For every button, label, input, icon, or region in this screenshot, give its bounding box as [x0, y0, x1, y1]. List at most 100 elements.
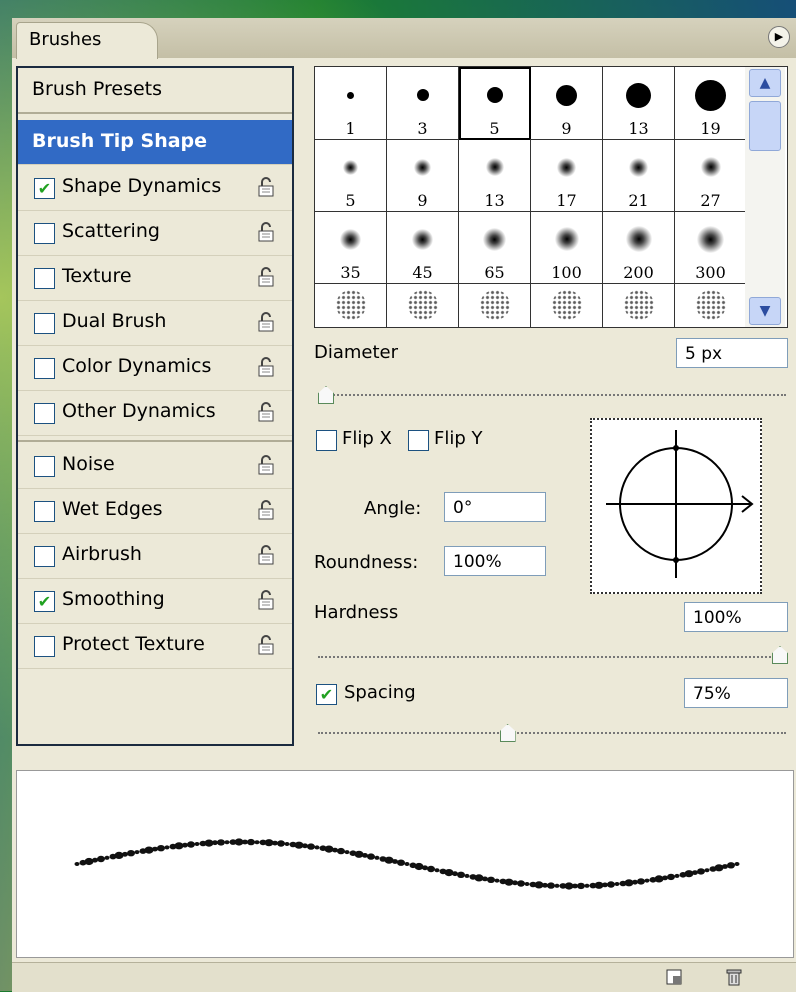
option-scattering[interactable]: Scattering — [18, 211, 292, 256]
texture-checkbox[interactable] — [34, 268, 55, 289]
brush-preset-cell[interactable]: 21 — [603, 139, 675, 212]
brush-preset-cell[interactable]: 200 — [603, 211, 675, 284]
brush-tip-icon — [343, 159, 358, 175]
brush-preset-cell[interactable]: 1 — [315, 67, 387, 140]
option-label: Dual Brush — [62, 310, 167, 332]
angle-roundness-control[interactable] — [590, 418, 762, 594]
scroll-down-icon[interactable]: ▼ — [749, 297, 781, 325]
option-airbrush[interactable]: Airbrush — [18, 534, 292, 579]
flip-x-checkbox[interactable] — [316, 430, 337, 451]
diameter-slider[interactable] — [318, 394, 786, 396]
brush-tip-shape-item[interactable]: Brush Tip Shape — [18, 120, 292, 165]
option-texture[interactable]: Texture — [18, 256, 292, 301]
brush-tip-icon — [626, 82, 651, 108]
brush-tip-icon — [623, 290, 654, 320]
brush-preset-cell[interactable] — [387, 283, 459, 328]
brush-size-label: 3 — [417, 119, 428, 138]
lock-icon[interactable] — [256, 634, 276, 656]
tab-brushes[interactable]: Brushes — [16, 22, 158, 59]
shape-dynamics-checkbox[interactable]: ✔ — [34, 178, 55, 199]
option-wet-edges[interactable]: Wet Edges — [18, 489, 292, 534]
smoothing-checkbox[interactable]: ✔ — [34, 591, 55, 612]
hardness-field[interactable]: 100% — [684, 602, 788, 632]
brush-preset-cell[interactable]: 9 — [387, 139, 459, 212]
hardness-slider-thumb[interactable] — [772, 646, 788, 664]
protect-texture-checkbox[interactable] — [34, 636, 55, 657]
brush-preset-cell[interactable]: 65 — [459, 211, 531, 284]
brush-preset-cell[interactable]: 5 — [459, 67, 531, 140]
option-shape-dynamics[interactable]: ✔ Shape Dynamics — [18, 166, 292, 211]
lock-icon[interactable] — [256, 401, 276, 423]
option-color-dynamics[interactable]: Color Dynamics — [18, 346, 292, 391]
brush-preset-cell[interactable]: 45 — [387, 211, 459, 284]
lock-icon[interactable] — [256, 266, 276, 288]
brush-preset-cell[interactable]: 5 — [315, 139, 387, 212]
wet-edges-checkbox[interactable] — [34, 501, 55, 522]
brush-preset-cell[interactable]: 17 — [531, 139, 603, 212]
roundness-field[interactable]: 100% — [444, 546, 546, 576]
grid-scrollbar[interactable]: ▲ ▼ — [745, 67, 785, 327]
lock-icon[interactable] — [256, 311, 276, 333]
lock-icon[interactable] — [256, 499, 276, 521]
option-dual-brush[interactable]: Dual Brush — [18, 301, 292, 346]
brush-tip-icon — [700, 157, 721, 177]
spacing-slider[interactable] — [318, 732, 786, 734]
brush-preset-cell[interactable] — [315, 283, 387, 328]
brush-preset-cell[interactable]: 3 — [387, 67, 459, 140]
spacing-slider-thumb[interactable] — [499, 724, 516, 742]
brush-preset-cell[interactable] — [459, 283, 531, 328]
brush-preset-cell[interactable] — [603, 283, 675, 328]
brush-preset-cell[interactable]: 35 — [315, 211, 387, 284]
spacing-checkbox[interactable]: ✔ — [316, 684, 337, 705]
panel-menu-icon[interactable]: ▶ — [768, 26, 790, 48]
option-other-dynamics[interactable]: Other Dynamics — [18, 391, 292, 436]
diameter-field[interactable]: 5 px — [676, 338, 788, 368]
angle-field[interactable]: 0° — [444, 492, 546, 522]
brush-preset-cell[interactable]: 100 — [531, 211, 603, 284]
brush-preset-cell[interactable]: 19 — [675, 67, 747, 140]
option-label: Other Dynamics — [62, 400, 216, 422]
brush-tip-icon — [695, 290, 726, 320]
airbrush-checkbox[interactable] — [34, 546, 55, 567]
diameter-slider-thumb[interactable] — [318, 386, 334, 404]
brush-tip-icon — [695, 79, 726, 111]
lock-icon[interactable] — [256, 454, 276, 476]
option-smoothing[interactable]: ✔ Smoothing — [18, 579, 292, 624]
lock-icon[interactable] — [256, 356, 276, 378]
brush-tip-icon — [412, 228, 433, 250]
option-label: Color Dynamics — [62, 355, 212, 377]
brush-size-label: 35 — [340, 263, 361, 282]
lock-icon[interactable] — [256, 589, 276, 611]
option-label: Texture — [62, 265, 132, 287]
noise-checkbox[interactable] — [34, 456, 55, 477]
color-dynamics-checkbox[interactable] — [34, 358, 55, 379]
brush-preset-cell[interactable]: 13 — [459, 139, 531, 212]
brush-size-label: 5 — [345, 191, 356, 210]
option-protect-texture[interactable]: Protect Texture — [18, 624, 292, 669]
brush-preset-cell[interactable] — [531, 283, 603, 328]
lock-icon[interactable] — [256, 221, 276, 243]
brush-tip-icon — [556, 84, 577, 106]
brush-preset-cell[interactable]: 27 — [675, 139, 747, 212]
brush-preset-cell[interactable] — [675, 283, 747, 328]
lock-icon[interactable] — [256, 176, 276, 198]
other-dynamics-checkbox[interactable] — [34, 403, 55, 424]
brush-preset-cell[interactable]: 13 — [603, 67, 675, 140]
option-label: Noise — [62, 453, 115, 475]
flip-y-checkbox[interactable] — [408, 430, 429, 451]
brush-preset-cell[interactable]: 9 — [531, 67, 603, 140]
brush-presets-item[interactable]: Brush Presets — [18, 68, 292, 113]
scroll-thumb[interactable] — [749, 101, 781, 151]
option-noise[interactable]: Noise — [18, 444, 292, 489]
scattering-checkbox[interactable] — [34, 223, 55, 244]
hardness-slider[interactable] — [318, 656, 786, 658]
dual-brush-checkbox[interactable] — [34, 313, 55, 334]
brush-preset-cell[interactable]: 300 — [675, 211, 747, 284]
brush-size-label: 27 — [700, 191, 721, 210]
brush-tip-icon — [486, 87, 503, 103]
new-brush-icon[interactable] — [664, 967, 684, 987]
spacing-field[interactable]: 75% — [684, 678, 788, 708]
lock-icon[interactable] — [256, 544, 276, 566]
scroll-up-icon[interactable]: ▲ — [749, 69, 781, 97]
trash-icon[interactable] — [724, 967, 744, 987]
